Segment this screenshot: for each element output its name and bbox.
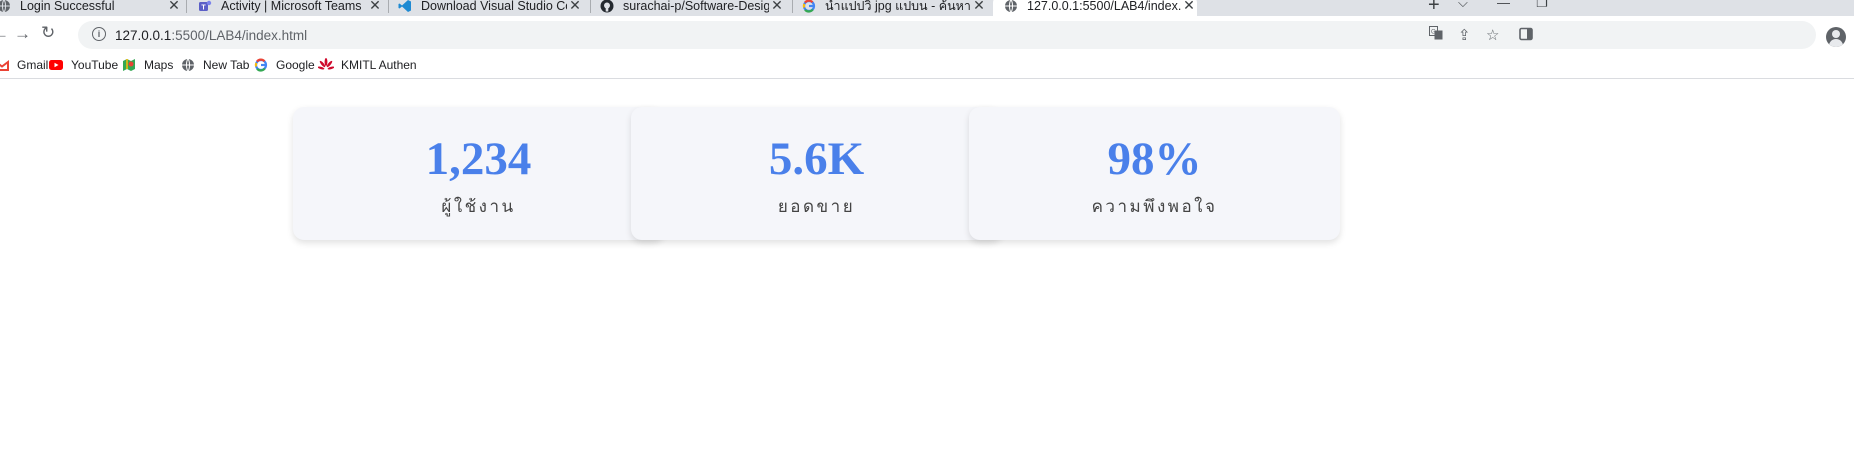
tab-strip: Login Successful ✕ T Activity | Microsof… bbox=[0, 0, 1854, 16]
svg-text:T: T bbox=[201, 4, 206, 11]
bookmark-google[interactable]: Google bbox=[253, 57, 315, 73]
globe-icon bbox=[180, 57, 196, 73]
tab-title: น้ำแปปวิ jpg แปบน - ค้นหาด้วย Goog bbox=[825, 0, 971, 13]
bookmark-new-tab[interactable]: New Tab bbox=[180, 57, 249, 73]
address-host: 127.0.0.1 bbox=[115, 28, 172, 43]
tab-google-search[interactable]: น้ำแปปวิ jpg แปบน - ค้นหาด้วย Goog ✕ bbox=[801, 0, 987, 16]
site-info-icon[interactable]: i bbox=[92, 27, 106, 41]
close-icon[interactable]: ✕ bbox=[769, 0, 785, 14]
bookmark-label: Maps bbox=[144, 58, 174, 72]
close-icon[interactable]: ✕ bbox=[166, 0, 182, 14]
profile-avatar-icon[interactable] bbox=[1826, 27, 1846, 47]
tab-title: 127.0.0.1:5500/LAB4/index.html bbox=[1027, 0, 1181, 13]
tab-microsoft-teams[interactable]: T Activity | Microsoft Teams ✕ bbox=[197, 0, 383, 16]
bookmark-label: KMITL Authen bbox=[341, 58, 417, 72]
address-bar[interactable]: i 127.0.0.1:5500/LAB4/index.html G ⇪ ☆ bbox=[78, 21, 1816, 49]
address-path: :5500/LAB4/index.html bbox=[171, 28, 308, 43]
tab-search-chevron-icon[interactable]: ⌵ bbox=[1458, 0, 1468, 11]
globe-icon bbox=[0, 0, 12, 14]
minimize-icon[interactable]: — bbox=[1497, 0, 1510, 10]
tab-active-localhost[interactable]: 127.0.0.1:5500/LAB4/index.html ✕ bbox=[993, 0, 1197, 16]
bookmark-gmail[interactable]: Gmail bbox=[0, 57, 48, 73]
stat-card-sales: 5.6K ยอดขาย bbox=[631, 107, 1002, 240]
forward-arrow-icon[interactable]: → bbox=[14, 24, 31, 44]
stat-card-users: 1,234 ผู้ใช้งาน bbox=[293, 107, 664, 240]
tab-title: Download Visual Studio Code - M bbox=[421, 0, 567, 13]
teams-icon: T bbox=[197, 0, 213, 14]
stat-label: ความพึงพอใจ bbox=[1091, 197, 1218, 217]
stat-label: ผู้ใช้งาน bbox=[441, 197, 516, 217]
stat-card-satisfaction: 98% ความพึงพอใจ bbox=[969, 107, 1340, 240]
google-icon bbox=[253, 57, 269, 73]
stat-value: 5.6K bbox=[768, 133, 865, 185]
bookmarks-bar: Gmail YouTube Maps New Tab Google KMITL … bbox=[0, 52, 1854, 79]
stat-label: ยอดขาย bbox=[777, 197, 856, 217]
tab-title: Activity | Microsoft Teams bbox=[221, 0, 362, 13]
github-icon bbox=[599, 0, 615, 14]
bookmark-label: YouTube bbox=[71, 58, 119, 72]
huawei-icon bbox=[318, 57, 334, 73]
close-icon[interactable]: ✕ bbox=[971, 0, 987, 14]
tab-login-successful[interactable]: Login Successful ✕ bbox=[0, 0, 182, 16]
tab-github-repo[interactable]: surachai-p/Software-Design-and- ✕ bbox=[599, 0, 785, 16]
gmail-icon bbox=[0, 57, 10, 73]
translate-icon[interactable]: G bbox=[1429, 26, 1443, 44]
tab-download-vscode[interactable]: Download Visual Studio Code - M ✕ bbox=[397, 0, 583, 16]
restore-icon[interactable]: ❐ bbox=[1536, 0, 1548, 11]
tab-title: surachai-p/Software-Design-and- bbox=[623, 0, 769, 13]
reload-icon[interactable]: ↻ bbox=[41, 23, 55, 43]
tab-title: Login Successful bbox=[20, 0, 115, 13]
new-tab-plus-icon[interactable]: + bbox=[1428, 0, 1440, 16]
svg-text:G: G bbox=[1431, 30, 1436, 36]
google-icon bbox=[801, 0, 817, 14]
stat-value: 98% bbox=[1107, 133, 1202, 185]
close-icon[interactable]: ✕ bbox=[1181, 0, 1197, 14]
youtube-icon bbox=[48, 57, 64, 73]
maps-icon bbox=[121, 57, 137, 73]
stats-container: 1,234 ผู้ใช้งาน 5.6K ยอดขาย 98% ความพึงพ… bbox=[0, 79, 1854, 453]
globe-icon bbox=[1003, 0, 1019, 14]
side-panel-icon[interactable] bbox=[1519, 27, 1533, 46]
close-icon[interactable]: ✕ bbox=[367, 0, 383, 14]
bookmark-youtube[interactable]: YouTube bbox=[48, 57, 118, 73]
stat-value: 1,234 bbox=[425, 133, 532, 185]
share-icon[interactable]: ⇪ bbox=[1458, 26, 1471, 44]
address-url[interactable]: 127.0.0.1:5500/LAB4/index.html bbox=[115, 28, 307, 43]
bookmark-label: Gmail bbox=[17, 58, 49, 72]
bookmark-label: Google bbox=[276, 58, 315, 72]
vscode-icon bbox=[397, 0, 413, 14]
bookmark-maps[interactable]: Maps bbox=[121, 57, 173, 73]
close-icon[interactable]: ✕ bbox=[567, 0, 583, 14]
bookmark-kmitl-authen[interactable]: KMITL Authen bbox=[318, 57, 417, 73]
bookmark-star-icon[interactable]: ☆ bbox=[1486, 26, 1499, 44]
bookmark-label: New Tab bbox=[203, 58, 250, 72]
back-arrow-icon[interactable]: ← bbox=[0, 24, 9, 44]
browser-toolbar: ← → ↻ i 127.0.0.1:5500/LAB4/index.html G… bbox=[0, 16, 1854, 52]
